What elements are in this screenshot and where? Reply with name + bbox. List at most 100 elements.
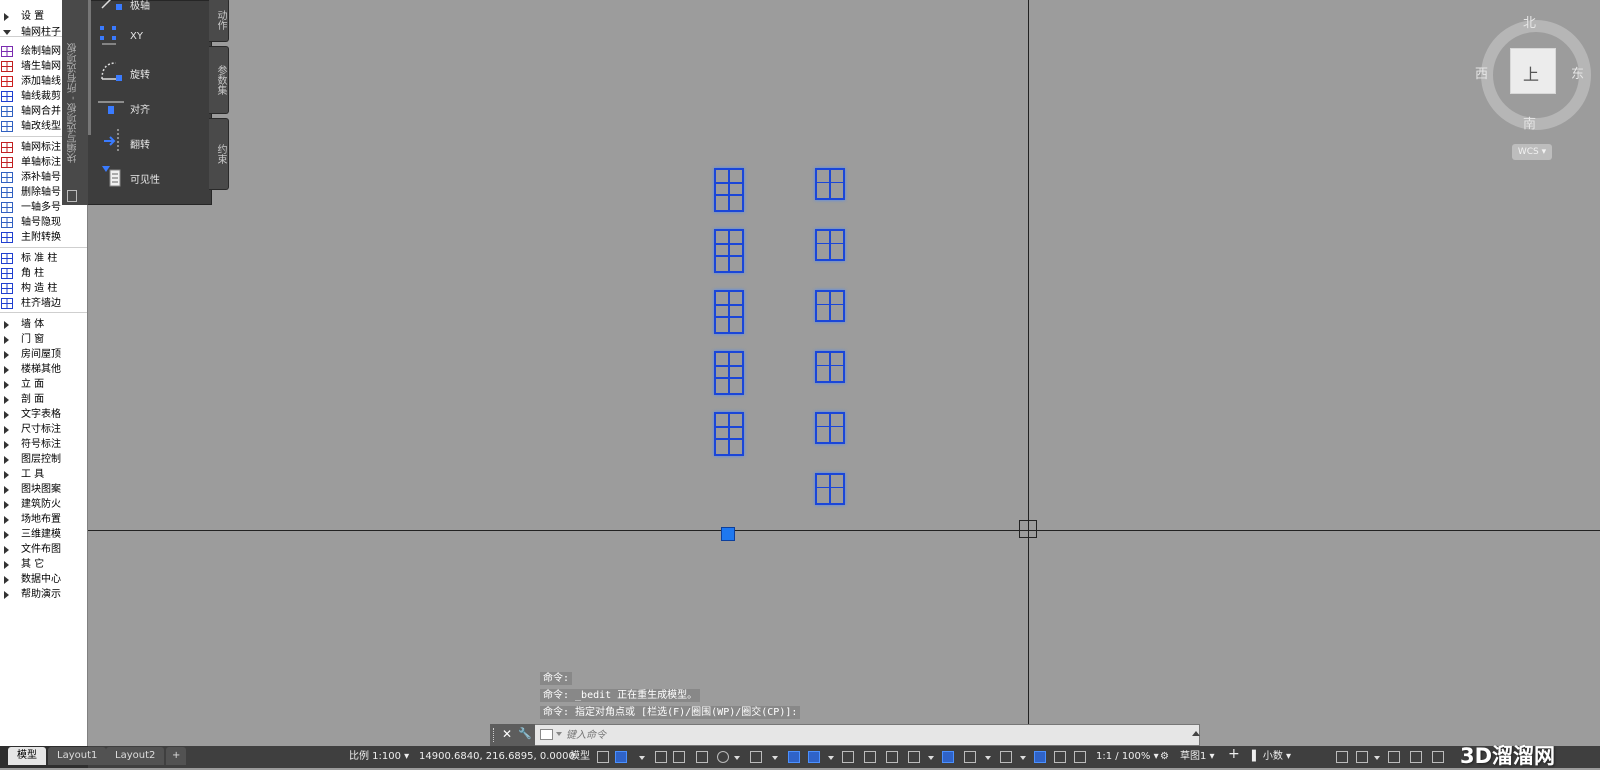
gizmo-icon[interactable] [1000,751,1012,763]
palette-tab-constraints[interactable]: 约束 [209,118,229,190]
dynamic-input-icon[interactable] [673,751,685,763]
object-snap-tracking-icon[interactable] [788,751,800,763]
menu-item[interactable]: 文件布图 [0,542,87,557]
clean-screen-icon[interactable] [1432,751,1444,763]
scale-menu[interactable]: 比例 1:100 ▾ [349,750,409,764]
auto-scale-icon[interactable] [1054,751,1066,763]
isometric-caret[interactable] [772,756,778,760]
command-prompt-caret[interactable] [556,732,562,736]
annotation-scale-menu[interactable]: 1:1 / 100% ▾ [1096,750,1159,764]
isometric-drafting-icon[interactable] [750,751,762,763]
menu-item[interactable]: 场地布置 [0,512,87,527]
isolate-objects-icon[interactable] [1388,751,1400,763]
window-block[interactable] [815,473,845,505]
viewcube-top-face[interactable]: 上 [1510,48,1556,94]
lock-ui-icon[interactable] [1356,751,1368,763]
workspace-menu[interactable]: 草图1 ▾ [1180,750,1215,764]
window-block[interactable] [815,229,845,261]
compass-south[interactable]: 南 [1523,113,1536,132]
menu-item[interactable]: 数据中心 [0,572,87,587]
menu-item[interactable]: 建筑防火 [0,497,87,512]
window-block[interactable] [815,290,845,322]
compass-west[interactable]: 西 [1475,63,1488,82]
door-block[interactable] [714,229,744,273]
units-menu[interactable]: ▌ 小数 ▾ [1252,750,1291,764]
window-block[interactable] [815,412,845,444]
door-block[interactable] [714,168,744,212]
menu-item[interactable]: 楼梯其他 [0,362,87,377]
command-grip-icon[interactable] [493,728,496,742]
ortho-mode-icon[interactable] [696,751,708,763]
palette-scrollbar[interactable] [88,0,91,135]
infer-constraints-icon[interactable] [655,751,667,763]
window-block[interactable] [815,351,845,383]
menu-item[interactable]: 尺寸标注 [0,422,87,437]
menu-item[interactable]: 主附转换 [0,230,87,245]
selection-filter-icon[interactable] [964,751,976,763]
snap-mode-icon[interactable] [615,751,627,763]
door-block[interactable] [714,290,744,334]
compass-east[interactable]: 东 [1571,63,1584,82]
menu-item[interactable]: 图层控制 [0,452,87,467]
palette-tab-parameter-sets[interactable]: 参数集 [209,46,229,114]
hardware-acceleration-icon[interactable] [1410,751,1422,763]
polar-tracking-icon[interactable] [717,751,729,763]
wrench-icon[interactable]: 🔧 [518,727,532,740]
gear-icon[interactable]: ⚙ [1160,750,1169,764]
menu-item[interactable]: 三维建模 [0,527,87,542]
selection-cycling-icon[interactable] [886,751,898,763]
compass-north[interactable]: 北 [1523,12,1536,31]
object-snap-caret[interactable] [828,756,834,760]
menu-item[interactable]: 柱齐墙边 [0,296,87,311]
menu-item[interactable]: 构 造 柱 [0,281,87,296]
command-history-toggle[interactable] [1192,731,1200,736]
crosshair-plus-icon[interactable]: + [1228,747,1240,761]
grid-display-icon[interactable] [597,751,609,763]
tab-layout2[interactable]: Layout2 [106,747,165,765]
menu-item-label: 建筑防火 [21,499,61,510]
gizmo-caret[interactable] [1020,756,1026,760]
tab-model[interactable]: 模型 [8,747,46,765]
lineweight-icon[interactable] [842,751,854,763]
door-block[interactable] [714,412,744,456]
menu-item[interactable]: 标 准 柱 [0,251,87,266]
palette-properties-icon[interactable] [67,190,77,202]
selection-filter-caret[interactable] [985,756,991,760]
tab-layout1[interactable]: Layout1 [48,747,107,765]
palette-tab-actions[interactable]: 动作 [209,0,229,42]
snap-mode-caret[interactable] [639,756,645,760]
quick-properties-icon[interactable] [1336,751,1348,763]
menu-item[interactable]: 图块图案 [0,482,87,497]
menu-item[interactable]: 符号标注 [0,437,87,452]
model-space-button[interactable]: 模型 [570,750,590,764]
close-icon[interactable]: ✕ [502,727,512,741]
add-layout-button[interactable]: + [166,747,187,765]
menu-item[interactable]: 其 它 [0,557,87,572]
object-snap-icon[interactable] [808,751,820,763]
menu-item[interactable]: 文字表格 [0,407,87,422]
menu-item[interactable]: 立 面 [0,377,87,392]
wcs-menu[interactable]: WCS ▾ [1512,144,1552,160]
menu-item[interactable]: 剖 面 [0,392,87,407]
menu-item[interactable]: 工 具 [0,467,87,482]
3d-object-snap-icon[interactable] [908,751,920,763]
menu-item[interactable]: 墙 体 [0,317,87,332]
base-point-grip[interactable] [721,527,735,541]
menu-item[interactable]: 门 窗 [0,332,87,347]
wcs-label: WCS [1517,147,1539,157]
menu-item[interactable]: 房间屋顶 [0,347,87,362]
3d-object-snap-caret[interactable] [928,756,934,760]
menu-item[interactable]: 轴号隐现 [0,215,87,230]
door-block[interactable] [714,351,744,395]
annotation-scale-icon[interactable] [1074,751,1086,763]
menu-item[interactable]: 角 柱 [0,266,87,281]
command-input[interactable] [566,727,1186,743]
dynamic-ucs-icon[interactable] [942,751,954,763]
annotation-visibility-icon[interactable] [1034,751,1046,763]
menu-item[interactable]: 帮助演示 [0,587,87,602]
command-prompt-icon[interactable] [540,729,553,740]
transparency-icon[interactable] [864,751,876,763]
polar-tracking-caret[interactable] [734,756,740,760]
lock-ui-caret[interactable] [1374,756,1380,760]
window-block[interactable] [815,168,845,200]
